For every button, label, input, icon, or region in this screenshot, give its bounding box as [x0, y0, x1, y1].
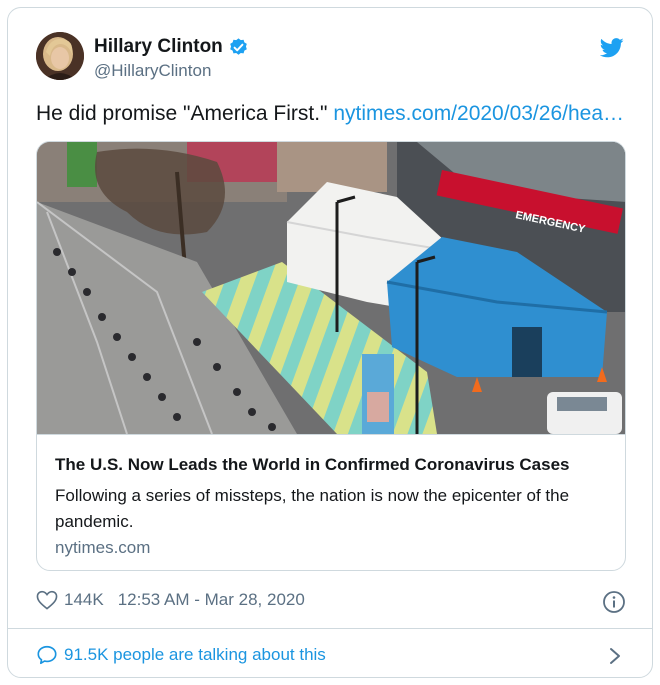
tweet-meta-row: 144K 12:53 AM - Mar 28, 2020 [36, 590, 305, 610]
article-domain: nytimes.com [55, 538, 151, 557]
conversation-link[interactable]: 91.5K people are talking about this [36, 644, 326, 666]
article-title[interactable]: The U.S. Now Leads the World in Confirme… [55, 455, 570, 475]
author-handle[interactable]: @HillaryClinton [94, 61, 211, 81]
link-preview-card[interactable]: EMERGENCY The U.S. Now Leads the World i… [36, 141, 626, 571]
tweet-link[interactable]: nytimes.com/2020/03/26/hea… [333, 102, 624, 125]
verified-badge-icon [229, 37, 247, 55]
divider [8, 628, 652, 629]
tweet-timestamp[interactable]: 12:53 AM - Mar 28, 2020 [118, 590, 305, 610]
tweet-body: He did promise "America First." [36, 102, 328, 125]
tweet-text: He did promise "America First." nytimes.… [36, 102, 624, 126]
chevron-right-icon[interactable] [608, 646, 622, 666]
heart-icon[interactable] [36, 590, 58, 610]
author-name-row[interactable]: Hillary Clinton [94, 36, 249, 58]
info-icon[interactable] [602, 590, 626, 614]
article-description: Following a series of missteps, the nati… [55, 486, 570, 531]
author-name[interactable]: Hillary Clinton [94, 36, 223, 58]
avatar-image [36, 32, 84, 80]
avatar[interactable] [36, 32, 84, 80]
like-count[interactable]: 144K [64, 590, 104, 610]
speech-bubble-icon [37, 645, 57, 665]
twitter-bird-icon[interactable] [600, 38, 624, 58]
tweet-card: Hillary Clinton @HillaryClinton He did p… [7, 7, 653, 678]
conversation-text[interactable]: 91.5K people are talking about this [64, 645, 326, 665]
link-preview-body: The U.S. Now Leads the World in Confirme… [37, 434, 625, 570]
article-image: EMERGENCY [37, 142, 625, 434]
